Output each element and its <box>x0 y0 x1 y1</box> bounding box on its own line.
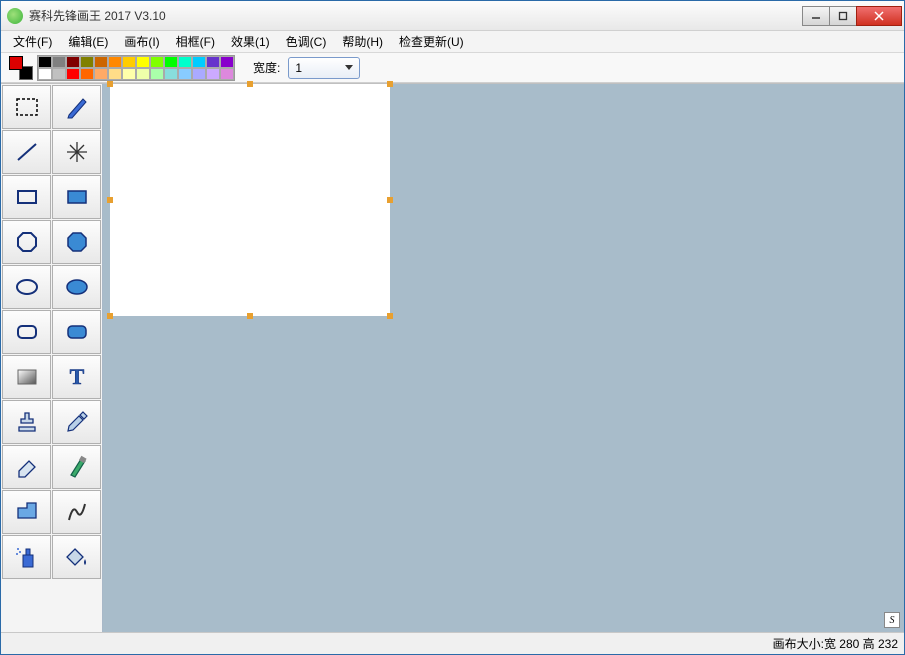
swatch-25[interactable] <box>192 68 206 80</box>
color-picker <box>9 55 235 81</box>
options-bar: 宽度: 1 <box>1 53 904 83</box>
close-button[interactable] <box>856 6 902 26</box>
tool-shape-edit[interactable] <box>2 490 51 534</box>
swatch-24[interactable] <box>178 68 192 80</box>
swatch-21[interactable] <box>136 68 150 80</box>
swatch-9[interactable] <box>164 56 178 68</box>
menubar: 文件(F) 编辑(E) 画布(I) 相框(F) 效果(1) 色调(C) 帮助(H… <box>1 31 904 53</box>
tool-panel: T <box>1 84 103 632</box>
menu-frame[interactable]: 相框(F) <box>168 31 223 52</box>
swatch-10[interactable] <box>178 56 192 68</box>
tool-roundrect-filled[interactable] <box>52 310 101 354</box>
swatch-5[interactable] <box>108 56 122 68</box>
tool-pencil[interactable] <box>52 85 101 129</box>
tool-burst[interactable] <box>52 130 101 174</box>
window-title: 赛科先锋画王 2017 V3.10 <box>29 7 803 24</box>
tool-rect-outline[interactable] <box>2 175 51 219</box>
tool-spray[interactable] <box>2 535 51 579</box>
tool-octagon-filled[interactable] <box>52 220 101 264</box>
swatch-6[interactable] <box>122 56 136 68</box>
tool-ellipse-filled[interactable] <box>52 265 101 309</box>
svg-text:T: T <box>69 364 84 389</box>
menu-update[interactable]: 检查更新(U) <box>391 31 472 52</box>
chevron-down-icon <box>345 65 353 70</box>
tool-ellipse-outline[interactable] <box>2 265 51 309</box>
resize-handle-nw[interactable] <box>107 81 113 87</box>
menu-file[interactable]: 文件(F) <box>5 31 60 52</box>
tool-octagon-outline[interactable] <box>2 220 51 264</box>
swatch-7[interactable] <box>136 56 150 68</box>
swatch-3[interactable] <box>80 56 94 68</box>
resize-handle-sw[interactable] <box>107 313 113 319</box>
swatch-16[interactable] <box>66 68 80 80</box>
swatch-2[interactable] <box>66 56 80 68</box>
tool-eraser[interactable] <box>2 445 51 489</box>
resize-handle-e[interactable] <box>387 197 393 203</box>
width-select[interactable]: 1 <box>288 57 360 79</box>
menu-edit[interactable]: 编辑(E) <box>60 31 116 52</box>
swatch-23[interactable] <box>164 68 178 80</box>
window-controls <box>803 6 902 26</box>
swatch-17[interactable] <box>80 68 94 80</box>
swatch-22[interactable] <box>150 68 164 80</box>
menu-help[interactable]: 帮助(H) <box>334 31 391 52</box>
swatch-20[interactable] <box>122 68 136 80</box>
swatch-12[interactable] <box>206 56 220 68</box>
tool-eyedropper[interactable] <box>52 400 101 444</box>
swatch-18[interactable] <box>94 68 108 80</box>
swatch-13[interactable] <box>220 56 234 68</box>
swatch-1[interactable] <box>52 56 66 68</box>
tool-rect-filled[interactable] <box>52 175 101 219</box>
color-palette <box>37 55 235 81</box>
app-icon <box>7 8 23 24</box>
swatch-11[interactable] <box>192 56 206 68</box>
statusbar: 画布大小:宽 280 高 232 <box>1 632 904 654</box>
swatch-15[interactable] <box>52 68 66 80</box>
width-label: 宽度: <box>253 59 280 76</box>
tool-roundrect-outline[interactable] <box>2 310 51 354</box>
tool-marker[interactable] <box>52 445 101 489</box>
tool-stamp[interactable] <box>2 400 51 444</box>
swatch-4[interactable] <box>94 56 108 68</box>
resize-handle-n[interactable] <box>247 81 253 87</box>
resize-handle-w[interactable] <box>107 197 113 203</box>
minimize-button[interactable] <box>802 6 830 26</box>
menu-color[interactable]: 色调(C) <box>278 31 335 52</box>
canvas-size-status: 画布大小:宽 280 高 232 <box>767 635 904 652</box>
resize-handle-ne[interactable] <box>387 81 393 87</box>
menu-canvas[interactable]: 画布(I) <box>116 31 167 52</box>
swatch-19[interactable] <box>108 68 122 80</box>
width-section: 宽度: 1 <box>253 57 360 79</box>
tool-select-rect[interactable] <box>2 85 51 129</box>
main-area: T S <box>1 83 904 632</box>
swatch-26[interactable] <box>206 68 220 80</box>
tool-curve[interactable] <box>52 490 101 534</box>
tool-text[interactable]: T <box>52 355 101 399</box>
swatch-14[interactable] <box>38 68 52 80</box>
menu-effect[interactable]: 效果(1) <box>223 31 278 52</box>
width-value: 1 <box>295 61 302 75</box>
canvas[interactable] <box>110 84 390 316</box>
swatch-0[interactable] <box>38 56 52 68</box>
resize-handle-s[interactable] <box>247 313 253 319</box>
tool-line[interactable] <box>2 130 51 174</box>
swatch-27[interactable] <box>220 68 234 80</box>
s-badge[interactable]: S <box>884 612 900 628</box>
titlebar: 赛科先锋画王 2017 V3.10 <box>1 1 904 31</box>
maximize-button[interactable] <box>829 6 857 26</box>
swatch-8[interactable] <box>150 56 164 68</box>
tool-gradient[interactable] <box>2 355 51 399</box>
resize-handle-se[interactable] <box>387 313 393 319</box>
foreground-color[interactable] <box>9 56 23 70</box>
current-colors[interactable] <box>9 56 33 80</box>
tool-fill[interactable] <box>52 535 101 579</box>
canvas-area[interactable]: S <box>103 84 904 632</box>
app-window: 赛科先锋画王 2017 V3.10 文件(F) 编辑(E) 画布(I) 相框(F… <box>0 0 905 655</box>
